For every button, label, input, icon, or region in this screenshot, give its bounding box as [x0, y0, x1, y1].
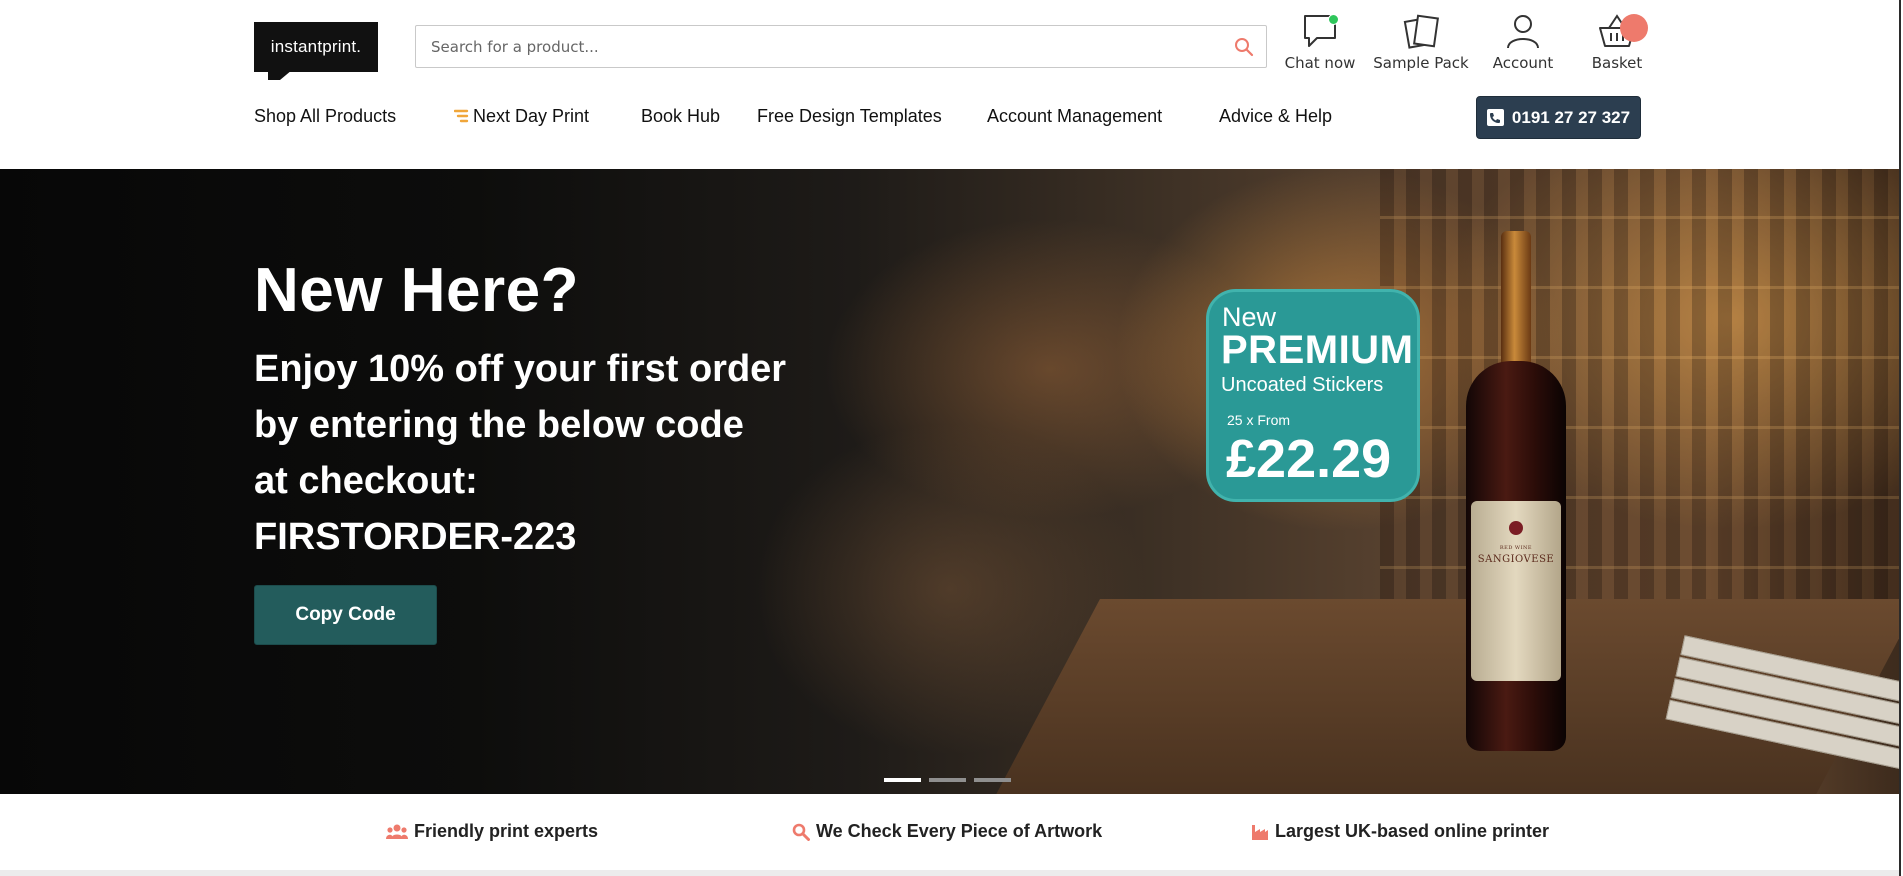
nav-shop-all-products[interactable]: Shop All Products [254, 106, 396, 127]
chat-now-label: Chat now [1284, 54, 1356, 72]
bottle-label-type: RED WINE [1499, 545, 1533, 551]
wine-shelves-image [1380, 169, 1899, 639]
chat-now-button[interactable]: Chat now [1283, 12, 1357, 76]
carousel-dot-3[interactable] [974, 778, 1011, 782]
usp-bar: Friendly print experts We Check Every Pi… [0, 794, 1899, 870]
phone-number: 0191 27 27 327 [1511, 107, 1631, 127]
nav-book-hub[interactable]: Book Hub [641, 106, 720, 127]
nav-free-design-templates[interactable]: Free Design Templates [757, 106, 942, 127]
account-label: Account [1492, 54, 1554, 72]
wine-bottle-image: RED WINE SANGIOVESE [1466, 231, 1566, 751]
grape-icon [1509, 521, 1523, 535]
online-status-dot [1328, 14, 1339, 25]
search-input[interactable] [431, 26, 1221, 67]
section-divider [0, 870, 1899, 876]
bottle-label-name: SANGIOVESE [1477, 554, 1555, 565]
badge-price: £22.29 [1226, 429, 1392, 489]
hero-line-2: by entering the below code [254, 404, 744, 446]
logo[interactable]: instantprint. [254, 22, 378, 72]
window-edge [1899, 0, 1901, 876]
nav-next-day-print[interactable]: Next Day Print [473, 106, 589, 127]
page: instantprint. Chat now Sample Pack [0, 0, 1903, 876]
phone-icon [1486, 109, 1504, 126]
hero-line-3: at checkout: [254, 460, 478, 502]
account-button[interactable]: Account [1483, 12, 1563, 76]
usp-label-1: Friendly print experts [414, 821, 599, 841]
carousel-dots [884, 778, 1011, 782]
basket-count-badge [1620, 14, 1648, 42]
badge-product: Uncoated Stickers [1221, 374, 1384, 396]
hero-banner: RED WINE SANGIOVESE New PREMIUM Uncoated… [0, 169, 1899, 794]
badge-quantity: 25 x From [1227, 412, 1291, 428]
site-header: instantprint. Chat now Sample Pack [0, 0, 1899, 169]
bottle-label: RED WINE SANGIOVESE [1471, 501, 1561, 681]
nav-account-management[interactable]: Account Management [987, 106, 1162, 127]
search-icon[interactable] [1234, 37, 1254, 57]
factory-icon [1252, 824, 1268, 840]
account-icon [1507, 15, 1539, 49]
badge-premium: PREMIUM [1221, 328, 1414, 372]
hero-title: New Here? [254, 256, 579, 325]
users-icon [386, 824, 408, 839]
fast-lines-icon [453, 109, 469, 130]
promo-badge[interactable]: New PREMIUM Uncoated Stickers 25 x From … [1206, 289, 1420, 502]
copy-code-button[interactable]: Copy Code [254, 585, 437, 645]
carousel-dot-2[interactable] [929, 778, 966, 782]
usp-artwork-check: We Check Every Piece of Artwork [792, 821, 1102, 842]
usp-label-3: Largest UK-based online printer [1275, 821, 1550, 841]
nav-advice-help[interactable]: Advice & Help [1219, 106, 1332, 127]
phone-button[interactable]: 0191 27 27 327 [1476, 96, 1641, 139]
hero-line-1: Enjoy 10% off your first order [254, 348, 787, 390]
logo-tail [268, 70, 292, 80]
carousel-dot-1[interactable] [884, 778, 921, 782]
sample-pack-label: Sample Pack [1373, 54, 1469, 72]
promo-code: FIRSTORDER-223 [254, 516, 577, 558]
magnifier-icon [792, 823, 810, 841]
sample-pack-button[interactable]: Sample Pack [1373, 12, 1469, 76]
usp-largest-printer: Largest UK-based online printer [1251, 821, 1549, 842]
basket-label: Basket [1591, 54, 1643, 72]
usp-label-2: We Check Every Piece of Artwork [816, 821, 1103, 841]
search-box [415, 25, 1267, 68]
sample-pack-icon [1403, 14, 1439, 49]
logo-text: instantprint. [270, 37, 362, 56]
basket-button[interactable]: Basket [1583, 12, 1651, 76]
usp-friendly-experts: Friendly print experts [386, 821, 598, 842]
books-image [1660, 635, 1899, 771]
